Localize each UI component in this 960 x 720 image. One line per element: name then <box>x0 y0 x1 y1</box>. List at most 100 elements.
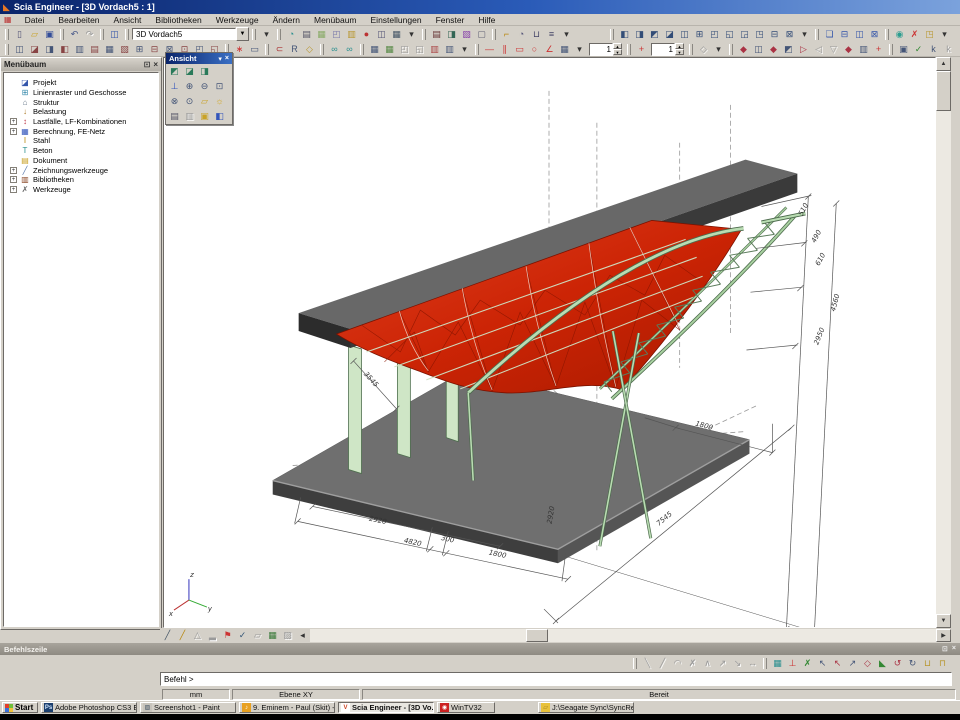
delete-icon[interactable]: ✗ <box>907 27 922 41</box>
props-overflow-icon[interactable]: ▾ <box>457 42 472 56</box>
edit-overflow-icon[interactable]: ▾ <box>937 27 952 41</box>
print-icon[interactable]: ▤ <box>299 27 314 41</box>
node-display-icon-3[interactable]: ◆ <box>766 42 781 56</box>
view-window-icon-4[interactable]: ◪ <box>662 27 677 41</box>
snap-length-icon[interactable]: ⊔ <box>920 656 935 670</box>
zoom-all-icon[interactable]: ⊗ <box>167 94 182 109</box>
snap-ortho-icon[interactable]: ⊥ <box>785 656 800 670</box>
ucs-icon[interactable]: ⊥ <box>167 79 182 94</box>
task-photoshop[interactable]: PsAdobe Photoshop CS3 E... <box>41 702 137 713</box>
snap-perp-icon[interactable]: ◣ <box>875 656 890 670</box>
node-display-icon-5[interactable]: ▷ <box>796 42 811 56</box>
combo-overflow-icon[interactable]: ▾ <box>259 27 274 41</box>
close-window-icon[interactable]: ⊠ <box>867 27 882 41</box>
snap-endpoint2-icon[interactable]: ↖ <box>830 656 845 670</box>
named-selection-icon[interactable]: R <box>287 42 302 56</box>
chevron-down-icon[interactable]: ▾ <box>218 55 222 63</box>
menu-fenster[interactable]: Fenster <box>429 15 472 25</box>
horizontal-scroll-thumb[interactable] <box>526 629 548 642</box>
tree-item-beton[interactable]: TBeton <box>4 146 158 156</box>
view-window-icon-12[interactable]: ⊠ <box>782 27 797 41</box>
document-edit-icon[interactable]: ▢ <box>474 27 489 41</box>
view-window-icon-10[interactable]: ◳ <box>752 27 767 41</box>
expand-icon[interactable]: + <box>10 128 17 135</box>
search-doc-icon[interactable]: ◔ <box>514 27 529 41</box>
menu-bibliotheken[interactable]: Bibliotheken <box>148 15 208 25</box>
view-window-icon-3[interactable]: ◩ <box>647 27 662 41</box>
expand-icon[interactable]: + <box>10 176 17 183</box>
close-icon[interactable]: × <box>225 55 229 63</box>
snap-intersect-icon[interactable]: ✗ <box>800 656 815 670</box>
clipboard-icon[interactable]: ▥ <box>344 27 359 41</box>
menu-ansicht[interactable]: Ansicht <box>107 15 149 25</box>
tree-item-linienraster-und-geschosse[interactable]: ⊞Linienraster und Geschosse <box>4 88 158 98</box>
member-op-icon-1[interactable]: ◫ <box>12 42 27 56</box>
menubaum-header[interactable]: Menübaum ⊡ × <box>1 58 161 71</box>
zoom-in-icon[interactable]: ⊕ <box>182 79 197 94</box>
snap-rotate-icon[interactable]: ↺ <box>890 656 905 670</box>
node-display-icon-8[interactable]: ◆ <box>841 42 856 56</box>
abc-check-icon[interactable]: ✓ <box>235 628 250 642</box>
vertical-scrollbar[interactable]: ▲ ▼ <box>936 57 951 628</box>
spinner1-down-icon[interactable]: ▼ <box>613 49 622 55</box>
accept-icon[interactable]: ◉ <box>892 27 907 41</box>
scroll-right-icon[interactable]: ▶ <box>936 629 951 642</box>
menu-menübaum[interactable]: Menübaum <box>307 15 364 25</box>
render-grid-icon[interactable]: ▦ <box>265 628 280 642</box>
node-display-icon-4[interactable]: ◩ <box>781 42 796 56</box>
cascade-windows-icon[interactable]: ❏ <box>822 27 837 41</box>
view-window-icon-7[interactable]: ◰ <box>707 27 722 41</box>
flag-icon[interactable]: ⚑ <box>220 628 235 642</box>
scroll-up-icon[interactable]: ▲ <box>936 57 951 71</box>
node-display-icon-1[interactable]: ◆ <box>736 42 751 56</box>
zoom-window-icon[interactable]: ⊡ <box>212 79 227 94</box>
circle-icon[interactable]: ○ <box>527 42 542 56</box>
task-wintv[interactable]: ◉WinTV32 <box>437 702 495 713</box>
clipboard-view-icon[interactable]: ▣ <box>197 109 212 124</box>
strip-prev-icon[interactable]: ◂ <box>295 628 310 642</box>
scale-spinner-2-input[interactable] <box>651 43 675 56</box>
raster-icon[interactable]: ▦ <box>557 42 572 56</box>
filter-on-icon[interactable]: k <box>926 42 941 56</box>
props-red-icon[interactable]: ▥ <box>427 42 442 56</box>
view-window-icon-2[interactable]: ◨ <box>632 27 647 41</box>
print-view-icon[interactable]: ▤ <box>167 109 182 124</box>
task-paint[interactable]: ▨Screenshot1 - Paint <box>140 702 236 713</box>
selection-folder-icon[interactable]: ◇ <box>302 42 317 56</box>
draw-overflow-icon[interactable]: ▾ <box>572 42 587 56</box>
start-button[interactable]: Start <box>2 702 38 713</box>
angle-icon[interactable]: ∠ <box>542 42 557 56</box>
tree-item-bibliotheken[interactable]: +▥Bibliotheken <box>4 175 158 185</box>
line-icon[interactable]: — <box>482 42 497 56</box>
beam-icon[interactable]: ∥ <box>497 42 512 56</box>
member-op-icon-2[interactable]: ◪ <box>27 42 42 56</box>
axis-cross-icon[interactable]: + <box>634 42 649 56</box>
wire-draw2-icon[interactable]: ╱ <box>175 628 190 642</box>
view-3d-icon[interactable]: ◧ <box>212 109 227 124</box>
command-input[interactable]: Befehl > <box>160 672 952 686</box>
undo-icon[interactable]: ↶ <box>67 27 82 41</box>
snap-center-icon[interactable]: ◇ <box>860 656 875 670</box>
member-op-icon-9[interactable]: ⊞ <box>132 42 147 56</box>
model-viewport[interactable]: 5104906104560295029204820300180018007545… <box>163 57 936 628</box>
picture-icon[interactable]: ◰ <box>329 27 344 41</box>
open-view-icon[interactable]: ▱ <box>197 94 212 109</box>
view-window-icon-9[interactable]: ◲ <box>737 27 752 41</box>
tree-item-lastfälle-lf-kombinationen[interactable]: +↕Lastfälle, LF-Kombinationen <box>4 117 158 127</box>
tree-item-struktur[interactable]: ⌂Struktur <box>4 97 158 107</box>
units-icon[interactable]: ≡ <box>544 27 559 41</box>
snap-box-icon[interactable]: ⊓ <box>935 656 950 670</box>
document-service-icon[interactable]: ◔ <box>284 27 299 41</box>
image-export-icon[interactable]: ▧ <box>459 27 474 41</box>
snap-grid-icon[interactable]: ▦ <box>770 656 785 670</box>
snap-endpoint-icon[interactable]: ↖ <box>815 656 830 670</box>
menu-bearbeiten[interactable]: Bearbeiten <box>51 15 106 25</box>
zoom-selection-icon[interactable]: ⊙ <box>182 94 197 109</box>
view-xz-icon[interactable]: ◪ <box>182 64 197 79</box>
close-icon[interactable]: × <box>952 645 956 653</box>
horizontal-scrollbar[interactable] <box>310 629 936 642</box>
member-op-icon-6[interactable]: ▤ <box>87 42 102 56</box>
tree-item-werkzeuge[interactable]: +✗Werkzeuge <box>4 185 158 195</box>
window-set-icon[interactable]: ◫ <box>374 27 389 41</box>
menu-datei[interactable]: Datei <box>18 15 52 25</box>
